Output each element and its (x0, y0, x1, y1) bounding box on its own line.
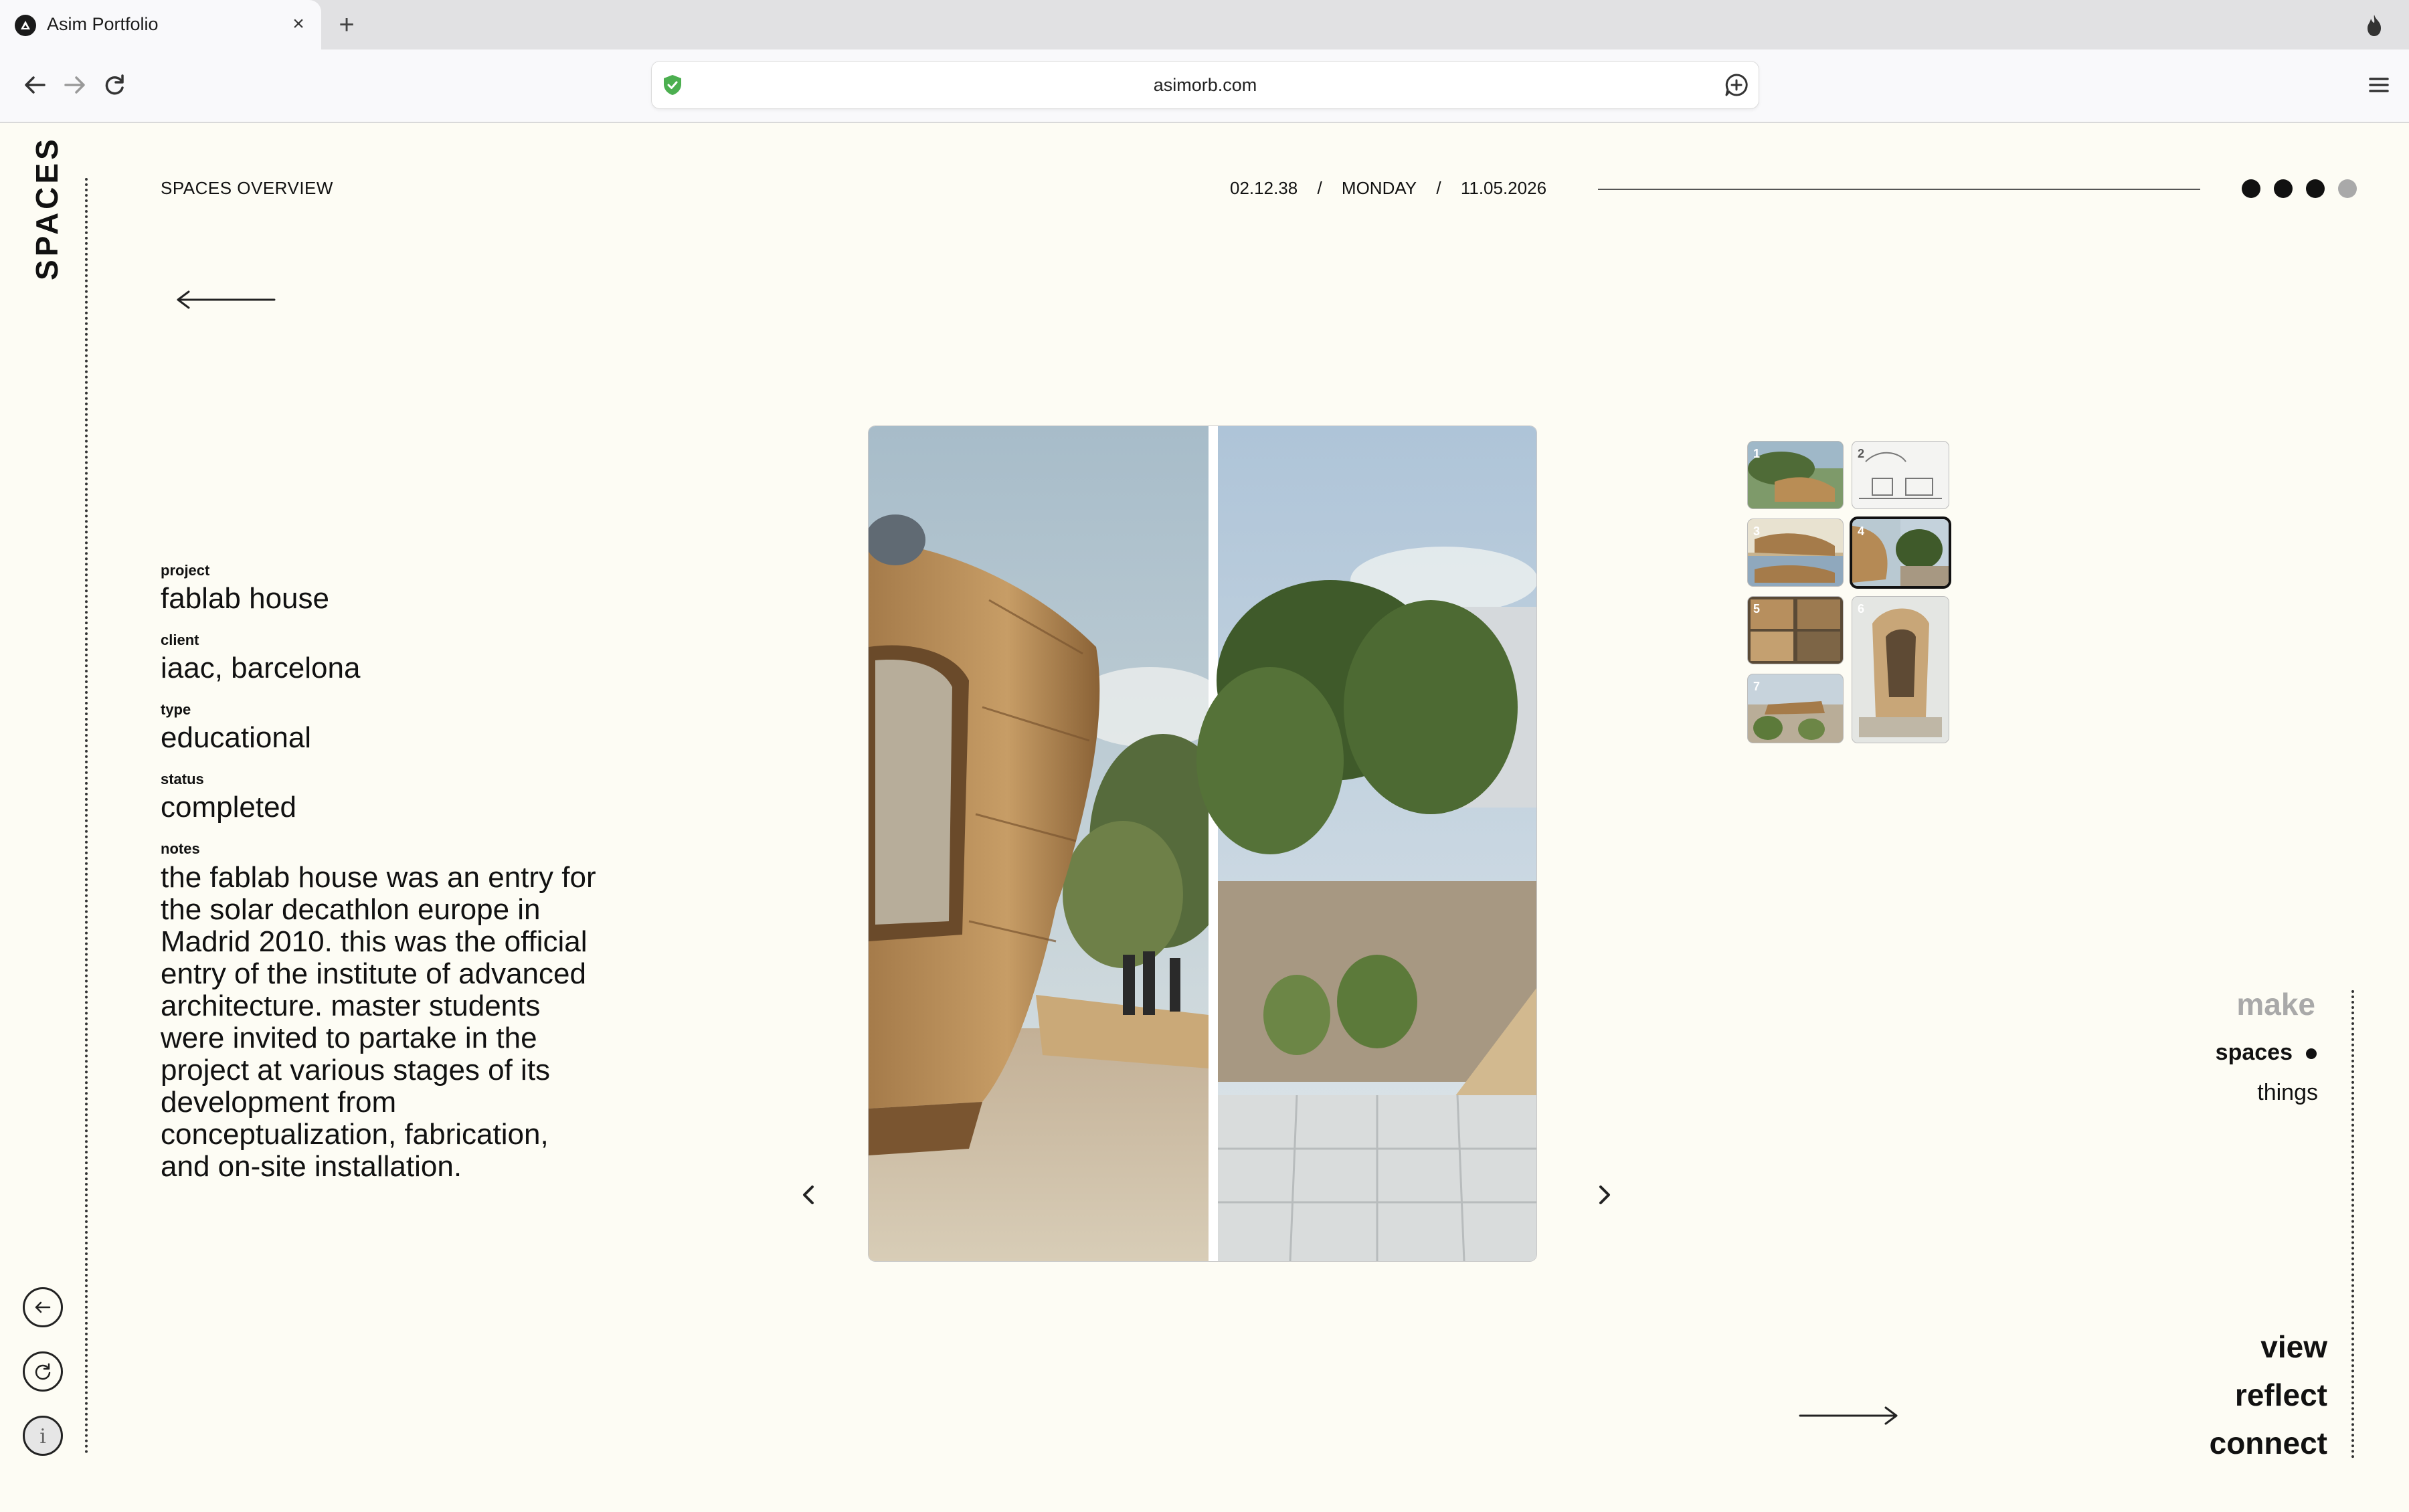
status-value: completed (161, 791, 297, 824)
gallery-thumbnail[interactable]: 4 (1852, 519, 1949, 586)
browser-tab-bar: Asim Portfolio × + (0, 0, 2409, 50)
nav-view[interactable]: view (2168, 1329, 2327, 1365)
hamburger-menu-icon[interactable] (2362, 68, 2396, 102)
info-icon: i (39, 1425, 46, 1448)
tab-close-icon[interactable]: × (286, 9, 310, 39)
page-indicator-dot[interactable] (2306, 179, 2325, 198)
forward-arrow-icon[interactable] (1799, 1402, 1899, 1429)
page-content: SPACES SPACES OVERVIEW 02.12.38 / MONDAY… (0, 123, 2409, 1512)
notes-text: the fablab house was an entry for the so… (161, 861, 596, 1183)
reload-icon[interactable] (98, 68, 131, 102)
refresh-icon (35, 1363, 51, 1380)
type-value: educational (161, 721, 312, 754)
left-dotted-divider (85, 178, 88, 1454)
browser-tab[interactable]: Asim Portfolio × (0, 0, 321, 50)
page-indicator-dot[interactable] (2338, 179, 2357, 198)
thumbnail-number: 6 (1858, 602, 1865, 616)
back-arrow-icon[interactable] (175, 286, 276, 313)
gallery-thumbnail[interactable]: 5 (1748, 597, 1843, 664)
category-things[interactable]: things (2148, 1080, 2318, 1106)
address-bar[interactable]: asimorb.com (652, 62, 1759, 108)
category-make[interactable]: make (2188, 986, 2315, 1022)
flame-icon[interactable] (2363, 13, 2385, 37)
client-label: client (161, 632, 199, 648)
circle-refresh-button[interactable] (23, 1351, 63, 1392)
page-indicator-dot[interactable] (2274, 179, 2293, 198)
section-label: SPACES OVERVIEW (161, 178, 333, 198)
new-tab-button[interactable]: + (333, 8, 360, 41)
thumbnail-number: 7 (1753, 680, 1761, 693)
back-icon[interactable] (19, 68, 52, 102)
tab-title: Asim Portfolio (47, 14, 159, 34)
thumbnail-number: 4 (1858, 525, 1865, 538)
gallery-thumbnail[interactable]: 7 (1748, 674, 1843, 743)
header-rule (1598, 189, 2200, 190)
next-image-icon[interactable] (1593, 1180, 1617, 1210)
arrow-left-icon (35, 1301, 51, 1313)
info-button[interactable]: i (23, 1416, 63, 1456)
site-favicon-icon (15, 15, 36, 36)
thumbnail-number: 1 (1753, 447, 1761, 460)
gallery-thumbnail[interactable]: 6 (1852, 597, 1949, 743)
project-details: project fablab house client iaac, barcel… (161, 562, 602, 1183)
notes-label: notes (161, 840, 200, 857)
gallery-thumbnail[interactable]: 2 (1852, 442, 1949, 508)
type-label: type (161, 701, 191, 718)
gallery-thumbnail[interactable]: 1 (1748, 442, 1843, 508)
datetime-separator: / (1317, 178, 1322, 198)
project-label: project (161, 562, 210, 579)
category-spaces-label: spaces (2215, 1040, 2293, 1065)
clock-time: 02.12.38 (1230, 178, 1298, 198)
date: 11.05.2026 (1460, 178, 1547, 198)
thumbnail-number: 5 (1753, 602, 1761, 616)
previous-image-icon[interactable] (796, 1180, 820, 1210)
project-name: fablab house (161, 582, 329, 615)
datetime-separator: / (1436, 178, 1441, 198)
nav-connect[interactable]: connect (2168, 1425, 2327, 1461)
circle-back-button[interactable] (23, 1287, 63, 1327)
status-label: status (161, 771, 204, 787)
category-spaces[interactable]: spaces (2148, 1040, 2315, 1066)
vertical-section-title: SPACES (29, 136, 64, 280)
datetime-display: 02.12.38 / MONDAY / 11.05.2026 (1230, 178, 1546, 199)
chat-plus-icon[interactable] (1724, 72, 1749, 98)
gallery-thumbnail[interactable]: 3 (1748, 519, 1843, 586)
nav-reflect[interactable]: reflect (2168, 1377, 2327, 1413)
browser-nav-bar: asimorb.com (0, 50, 2409, 123)
forward-icon[interactable] (58, 68, 91, 102)
right-dotted-divider (2351, 990, 2354, 1458)
thumbnail-number: 3 (1753, 525, 1761, 538)
url-text[interactable]: asimorb.com (652, 75, 1759, 96)
active-category-dot (2306, 1048, 2317, 1059)
client-value: iaac, barcelona (161, 652, 361, 684)
page-indicator-dot[interactable] (2242, 179, 2260, 198)
thumbnail-number: 2 (1858, 447, 1865, 460)
main-project-photo (869, 426, 1536, 1261)
weekday: MONDAY (1341, 178, 1417, 198)
